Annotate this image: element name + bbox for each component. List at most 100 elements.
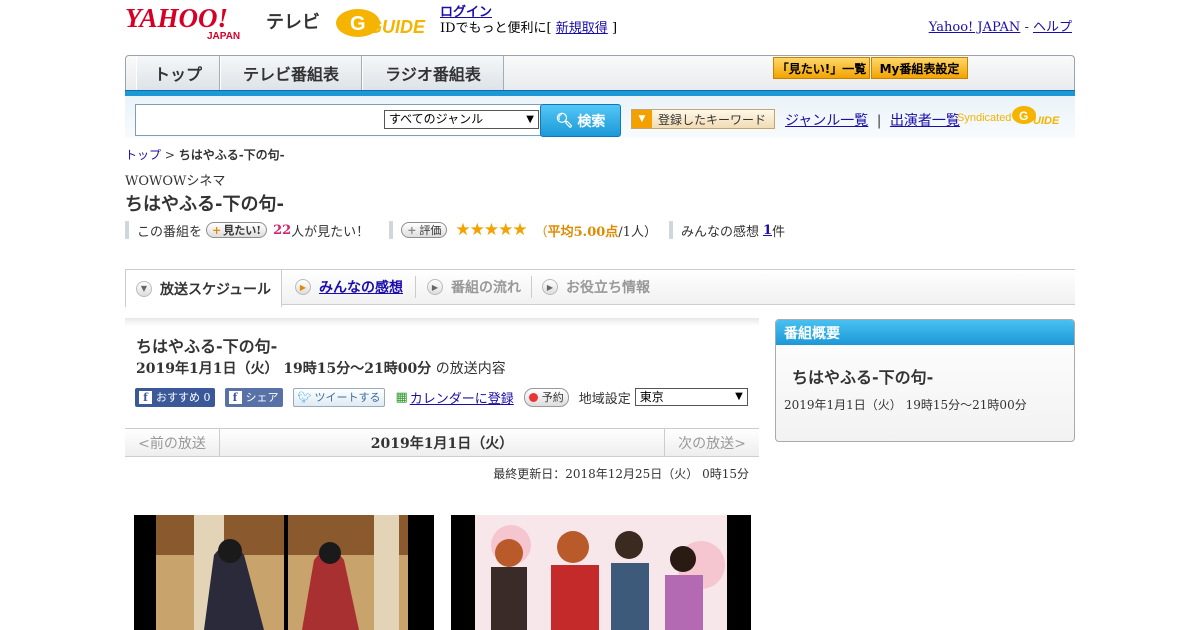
tab-program-flow[interactable]: ▶ 番組の流れ [427, 270, 527, 304]
search-icon: 🔍︎ [555, 112, 574, 129]
facebook-share-button[interactable]: f シェア [224, 387, 283, 407]
broadcast-title: ちはやふる-下の句- [136, 337, 278, 356]
svg-text:UIDE: UIDE [1033, 115, 1060, 127]
tab-label: 番組の流れ [451, 280, 521, 296]
breadcrumb-top-link[interactable]: トップ [125, 148, 161, 162]
tab-label: お役立ち情報 [566, 280, 650, 296]
impressions-count-link[interactable]: 1 [763, 223, 772, 238]
impressions-suffix: 件 [772, 224, 786, 240]
calendar-icon: ▦ [395, 389, 408, 405]
tweet-label: ツイートする [314, 391, 381, 404]
top-right-links: Yahoo! JAPAN - ヘルプ [929, 16, 1072, 35]
facebook-recommend-button[interactable]: f おすすめ 0 [135, 387, 215, 407]
my-schedule-settings-button[interactable]: My番組表設定 [871, 57, 968, 79]
plus-icon: + [407, 223, 417, 237]
last-updated: 最終更新日：2018年12月25日（火） 0時15分 [493, 467, 749, 481]
id-promo-text: IDでもっと便利に[ [440, 21, 552, 36]
registered-keyword-label: 登録したキーワード [658, 112, 767, 127]
yahoo-japan-logo[interactable]: YAHOO! JAPAN [125, 5, 265, 41]
region-select[interactable]: 東京 ▼ [634, 388, 748, 406]
yahoo-logo-text: YAHOO! [125, 5, 228, 33]
chevron-down-icon: ▼ [136, 280, 152, 297]
want-count: 22 [273, 222, 292, 238]
broadcast-date-suffix: の放送内容 [431, 361, 506, 377]
calendar-register-link[interactable]: ▦ カレンダーに登録 [395, 388, 513, 407]
nav-tab-radio-schedule[interactable]: ラジオ番組表 [362, 56, 504, 90]
program-image [134, 515, 434, 630]
program-photo-scene-2 [451, 515, 751, 630]
want-list-button[interactable]: 「見たい!」一覧 [773, 57, 870, 79]
meta-divider [125, 221, 129, 239]
broadcast-date-time: 2019年1月1日（火） 19時15分～21時00分 [136, 361, 432, 377]
dropdown-arrow-icon: ▼ [526, 114, 534, 125]
tab-impressions[interactable]: ▶ みんなの感想 [295, 270, 415, 304]
syndicated-g-guide-logo: Syndicated G UIDE [957, 106, 1060, 127]
japan-logo-text: JAPAN [207, 31, 240, 41]
id-promo-end: ] [611, 21, 618, 36]
nav-tab-tv-schedule[interactable]: テレビ番組表 [220, 56, 362, 90]
login-block: ログイン IDでもっと便利に[ 新規取得 ] [440, 5, 617, 37]
link-divider: | [876, 113, 882, 129]
link-dash: - [1020, 20, 1033, 35]
g-guide-logo-text: GUIDE [368, 17, 426, 37]
panel-header: 番組概要 [776, 320, 1074, 345]
search-links: ジャンル一覧 | 出演者一覧 [785, 110, 960, 130]
breadcrumb: トップ > ちはやふる-下の句- [125, 146, 285, 163]
tab-label: みんなの感想 [319, 280, 403, 296]
avg-open: （ [534, 224, 548, 240]
tab-divider [415, 276, 416, 298]
next-broadcast-button[interactable]: 次の放送> [664, 429, 759, 456]
rating-stars: ★★★★★ [455, 220, 527, 240]
tab-useful-info[interactable]: ▶ お役立ち情報 [542, 270, 662, 304]
play-icon: ▶ [542, 279, 558, 295]
tab-broadcast-schedule[interactable]: ▼ 放送スケジュール [125, 270, 282, 307]
program-meta-row: この番組を + 見たい! 22 人が見たい！ + 評価 ★★★★★ （ 平均5.00… [125, 220, 785, 240]
panel-title: ちはやふる-下の句- [792, 368, 934, 387]
main-nav: トップ テレビ番組表 ラジオ番組表 「見たい!」一覧 My番組表設定 [125, 55, 1075, 95]
reserve-button[interactable]: 予約 [523, 387, 569, 407]
search-button-label: 検索 [577, 113, 606, 130]
channel-name: WOWOWシネマ [125, 174, 226, 189]
meta-divider [668, 221, 673, 239]
want-to-watch-button[interactable]: + 見たい! [206, 222, 268, 238]
page-title: ちはやふる-下の句- [125, 194, 284, 215]
plus-icon: + [212, 223, 222, 237]
tweet-button[interactable]: 🐦︎ ツイートする [292, 387, 386, 407]
panel-date: 2019年1月1日（火） 19時15分～21時00分 [784, 398, 1027, 412]
help-link[interactable]: ヘルプ [1033, 20, 1072, 35]
tab-label: 放送スケジュール [160, 281, 272, 298]
register-link[interactable]: 新規取得 [556, 21, 608, 36]
play-icon: ▶ [295, 279, 311, 295]
breadcrumb-separator: > [161, 148, 179, 162]
avg-score: 平均5.00点 [547, 224, 619, 240]
content-tabs: ▼ 放送スケジュール ▶ みんなの感想 ▶ 番組の流れ ▶ お役立ち情報 [125, 269, 1075, 307]
g-guide-logo: G GUIDE [336, 9, 426, 37]
program-summary-panel: 番組概要 ちはやふる-下の句- 2019年1月1日（火） 19時15分～21時0… [775, 319, 1075, 442]
fb-share-label: シェア [245, 391, 279, 404]
prev-broadcast-button[interactable]: <前の放送 [125, 429, 220, 456]
breadcrumb-current: ちはやふる-下の句- [178, 148, 285, 162]
svg-text:G: G [350, 13, 366, 35]
this-program-label: この番組を [137, 224, 203, 240]
svg-text:G: G [1019, 109, 1028, 123]
nav-tab-top[interactable]: トップ [136, 56, 220, 90]
facebook-icon: f [228, 390, 242, 404]
social-row: f おすすめ 0 f シェア 🐦︎ ツイートする ▦ カレンダーに登録 予約 地域設定 … [135, 387, 748, 407]
search-button[interactable]: 🔍︎ 検索 [540, 104, 621, 137]
meta-divider [389, 221, 394, 239]
facebook-icon: f [139, 390, 152, 404]
login-link[interactable]: ログイン [440, 5, 492, 20]
performer-list-link[interactable]: 出演者一覧 [890, 113, 960, 129]
twitter-bird-icon: 🐦︎ [297, 390, 312, 404]
region-select-value: 東京 [639, 390, 664, 404]
current-broadcast-date: 2019年1月1日（火） [370, 435, 514, 452]
triangle-down-icon: ▼ [632, 110, 652, 128]
genre-select[interactable]: すべてのジャンル ▼ [384, 110, 539, 129]
syndicated-text: Syndicated [957, 112, 1011, 124]
dropdown-arrow-icon: ▼ [735, 391, 743, 402]
genre-list-link[interactable]: ジャンル一覧 [785, 113, 868, 129]
registered-keyword-button[interactable]: ▼ 登録したキーワード [631, 109, 775, 129]
yahoo-japan-link[interactable]: Yahoo! JAPAN [929, 20, 1021, 35]
rate-button[interactable]: + 評価 [401, 222, 448, 238]
region-label: 地域設定 [578, 391, 631, 407]
